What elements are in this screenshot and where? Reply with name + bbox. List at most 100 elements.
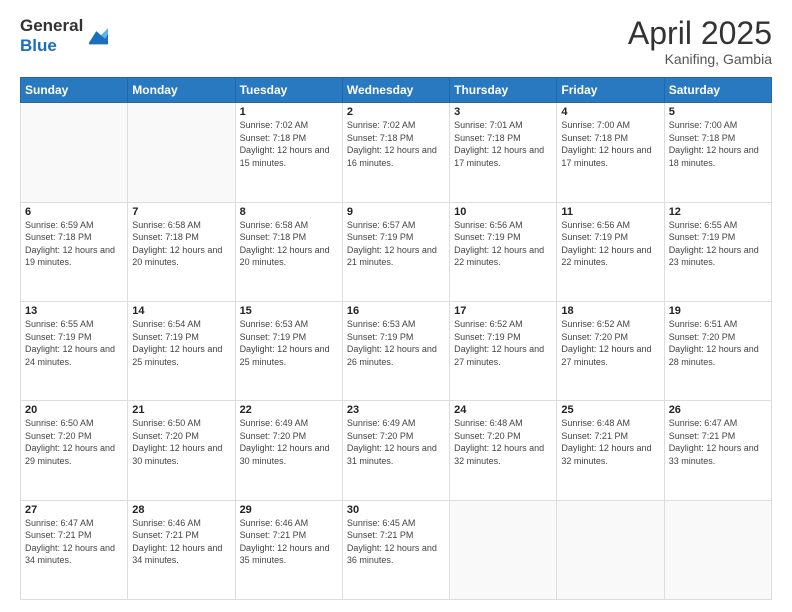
day-number: 18 bbox=[561, 305, 659, 317]
day-cell: 5Sunrise: 7:00 AM Sunset: 7:18 PM Daylig… bbox=[664, 103, 771, 202]
day-cell bbox=[128, 103, 235, 202]
header: General Blue April 2025 Kanifing, Gambia bbox=[20, 16, 772, 67]
day-number: 9 bbox=[347, 206, 445, 218]
logo-text: General Blue bbox=[20, 16, 83, 55]
day-info: Sunrise: 7:02 AM Sunset: 7:18 PM Dayligh… bbox=[347, 119, 445, 169]
day-cell: 15Sunrise: 6:53 AM Sunset: 7:19 PM Dayli… bbox=[235, 301, 342, 400]
day-number: 6 bbox=[25, 206, 123, 218]
day-cell: 18Sunrise: 6:52 AM Sunset: 7:20 PM Dayli… bbox=[557, 301, 664, 400]
day-number: 22 bbox=[240, 404, 338, 416]
week-row-4: 27Sunrise: 6:47 AM Sunset: 7:21 PM Dayli… bbox=[21, 500, 772, 599]
day-info: Sunrise: 6:55 AM Sunset: 7:19 PM Dayligh… bbox=[669, 219, 767, 269]
day-cell: 19Sunrise: 6:51 AM Sunset: 7:20 PM Dayli… bbox=[664, 301, 771, 400]
day-cell: 6Sunrise: 6:59 AM Sunset: 7:18 PM Daylig… bbox=[21, 202, 128, 301]
day-cell: 22Sunrise: 6:49 AM Sunset: 7:20 PM Dayli… bbox=[235, 401, 342, 500]
day-info: Sunrise: 7:00 AM Sunset: 7:18 PM Dayligh… bbox=[561, 119, 659, 169]
day-info: Sunrise: 7:02 AM Sunset: 7:18 PM Dayligh… bbox=[240, 119, 338, 169]
day-info: Sunrise: 6:46 AM Sunset: 7:21 PM Dayligh… bbox=[240, 517, 338, 567]
day-number: 28 bbox=[132, 504, 230, 516]
day-cell: 4Sunrise: 7:00 AM Sunset: 7:18 PM Daylig… bbox=[557, 103, 664, 202]
day-number: 5 bbox=[669, 106, 767, 118]
day-cell: 14Sunrise: 6:54 AM Sunset: 7:19 PM Dayli… bbox=[128, 301, 235, 400]
day-info: Sunrise: 7:00 AM Sunset: 7:18 PM Dayligh… bbox=[669, 119, 767, 169]
day-number: 20 bbox=[25, 404, 123, 416]
header-day-sunday: Sunday bbox=[21, 78, 128, 103]
day-cell: 17Sunrise: 6:52 AM Sunset: 7:19 PM Dayli… bbox=[450, 301, 557, 400]
header-day-tuesday: Tuesday bbox=[235, 78, 342, 103]
day-info: Sunrise: 6:55 AM Sunset: 7:19 PM Dayligh… bbox=[25, 318, 123, 368]
header-day-wednesday: Wednesday bbox=[342, 78, 449, 103]
day-info: Sunrise: 7:01 AM Sunset: 7:18 PM Dayligh… bbox=[454, 119, 552, 169]
day-cell: 28Sunrise: 6:46 AM Sunset: 7:21 PM Dayli… bbox=[128, 500, 235, 599]
day-cell: 27Sunrise: 6:47 AM Sunset: 7:21 PM Dayli… bbox=[21, 500, 128, 599]
day-number: 29 bbox=[240, 504, 338, 516]
day-info: Sunrise: 6:56 AM Sunset: 7:19 PM Dayligh… bbox=[454, 219, 552, 269]
day-number: 16 bbox=[347, 305, 445, 317]
day-info: Sunrise: 6:58 AM Sunset: 7:18 PM Dayligh… bbox=[240, 219, 338, 269]
day-cell: 2Sunrise: 7:02 AM Sunset: 7:18 PM Daylig… bbox=[342, 103, 449, 202]
day-number: 23 bbox=[347, 404, 445, 416]
day-info: Sunrise: 6:52 AM Sunset: 7:20 PM Dayligh… bbox=[561, 318, 659, 368]
title-month: April 2025 bbox=[628, 16, 772, 51]
day-number: 14 bbox=[132, 305, 230, 317]
day-info: Sunrise: 6:58 AM Sunset: 7:18 PM Dayligh… bbox=[132, 219, 230, 269]
day-cell: 3Sunrise: 7:01 AM Sunset: 7:18 PM Daylig… bbox=[450, 103, 557, 202]
day-cell: 9Sunrise: 6:57 AM Sunset: 7:19 PM Daylig… bbox=[342, 202, 449, 301]
day-info: Sunrise: 6:49 AM Sunset: 7:20 PM Dayligh… bbox=[240, 417, 338, 467]
day-cell bbox=[557, 500, 664, 599]
day-cell: 8Sunrise: 6:58 AM Sunset: 7:18 PM Daylig… bbox=[235, 202, 342, 301]
day-info: Sunrise: 6:51 AM Sunset: 7:20 PM Dayligh… bbox=[669, 318, 767, 368]
day-info: Sunrise: 6:53 AM Sunset: 7:19 PM Dayligh… bbox=[347, 318, 445, 368]
day-number: 3 bbox=[454, 106, 552, 118]
day-info: Sunrise: 6:50 AM Sunset: 7:20 PM Dayligh… bbox=[25, 417, 123, 467]
header-row: SundayMondayTuesdayWednesdayThursdayFrid… bbox=[21, 78, 772, 103]
day-cell bbox=[664, 500, 771, 599]
day-cell: 11Sunrise: 6:56 AM Sunset: 7:19 PM Dayli… bbox=[557, 202, 664, 301]
day-number: 11 bbox=[561, 206, 659, 218]
day-number: 26 bbox=[669, 404, 767, 416]
header-day-friday: Friday bbox=[557, 78, 664, 103]
day-number: 2 bbox=[347, 106, 445, 118]
day-number: 27 bbox=[25, 504, 123, 516]
day-info: Sunrise: 6:57 AM Sunset: 7:19 PM Dayligh… bbox=[347, 219, 445, 269]
day-number: 12 bbox=[669, 206, 767, 218]
calendar-table: SundayMondayTuesdayWednesdayThursdayFrid… bbox=[20, 77, 772, 600]
day-info: Sunrise: 6:50 AM Sunset: 7:20 PM Dayligh… bbox=[132, 417, 230, 467]
logo-general: General bbox=[20, 16, 83, 36]
day-cell: 29Sunrise: 6:46 AM Sunset: 7:21 PM Dayli… bbox=[235, 500, 342, 599]
day-cell: 1Sunrise: 7:02 AM Sunset: 7:18 PM Daylig… bbox=[235, 103, 342, 202]
week-row-0: 1Sunrise: 7:02 AM Sunset: 7:18 PM Daylig… bbox=[21, 103, 772, 202]
day-number: 7 bbox=[132, 206, 230, 218]
day-info: Sunrise: 6:47 AM Sunset: 7:21 PM Dayligh… bbox=[25, 517, 123, 567]
day-number: 19 bbox=[669, 305, 767, 317]
page: General Blue April 2025 Kanifing, Gambia… bbox=[0, 0, 792, 612]
day-info: Sunrise: 6:56 AM Sunset: 7:19 PM Dayligh… bbox=[561, 219, 659, 269]
title-location: Kanifing, Gambia bbox=[628, 51, 772, 67]
day-cell: 24Sunrise: 6:48 AM Sunset: 7:20 PM Dayli… bbox=[450, 401, 557, 500]
day-info: Sunrise: 6:45 AM Sunset: 7:21 PM Dayligh… bbox=[347, 517, 445, 567]
day-cell: 10Sunrise: 6:56 AM Sunset: 7:19 PM Dayli… bbox=[450, 202, 557, 301]
day-number: 25 bbox=[561, 404, 659, 416]
day-info: Sunrise: 6:49 AM Sunset: 7:20 PM Dayligh… bbox=[347, 417, 445, 467]
day-info: Sunrise: 6:52 AM Sunset: 7:19 PM Dayligh… bbox=[454, 318, 552, 368]
day-info: Sunrise: 6:48 AM Sunset: 7:20 PM Dayligh… bbox=[454, 417, 552, 467]
day-cell bbox=[21, 103, 128, 202]
logo-blue: Blue bbox=[20, 36, 83, 56]
title-block: April 2025 Kanifing, Gambia bbox=[628, 16, 772, 67]
week-row-1: 6Sunrise: 6:59 AM Sunset: 7:18 PM Daylig… bbox=[21, 202, 772, 301]
day-cell: 20Sunrise: 6:50 AM Sunset: 7:20 PM Dayli… bbox=[21, 401, 128, 500]
day-info: Sunrise: 6:54 AM Sunset: 7:19 PM Dayligh… bbox=[132, 318, 230, 368]
day-cell: 7Sunrise: 6:58 AM Sunset: 7:18 PM Daylig… bbox=[128, 202, 235, 301]
day-cell: 13Sunrise: 6:55 AM Sunset: 7:19 PM Dayli… bbox=[21, 301, 128, 400]
day-number: 1 bbox=[240, 106, 338, 118]
day-info: Sunrise: 6:59 AM Sunset: 7:18 PM Dayligh… bbox=[25, 219, 123, 269]
header-day-saturday: Saturday bbox=[664, 78, 771, 103]
day-cell: 16Sunrise: 6:53 AM Sunset: 7:19 PM Dayli… bbox=[342, 301, 449, 400]
day-number: 17 bbox=[454, 305, 552, 317]
logo: General Blue bbox=[20, 16, 108, 55]
day-cell: 12Sunrise: 6:55 AM Sunset: 7:19 PM Dayli… bbox=[664, 202, 771, 301]
day-cell: 30Sunrise: 6:45 AM Sunset: 7:21 PM Dayli… bbox=[342, 500, 449, 599]
day-number: 8 bbox=[240, 206, 338, 218]
day-number: 15 bbox=[240, 305, 338, 317]
day-number: 24 bbox=[454, 404, 552, 416]
